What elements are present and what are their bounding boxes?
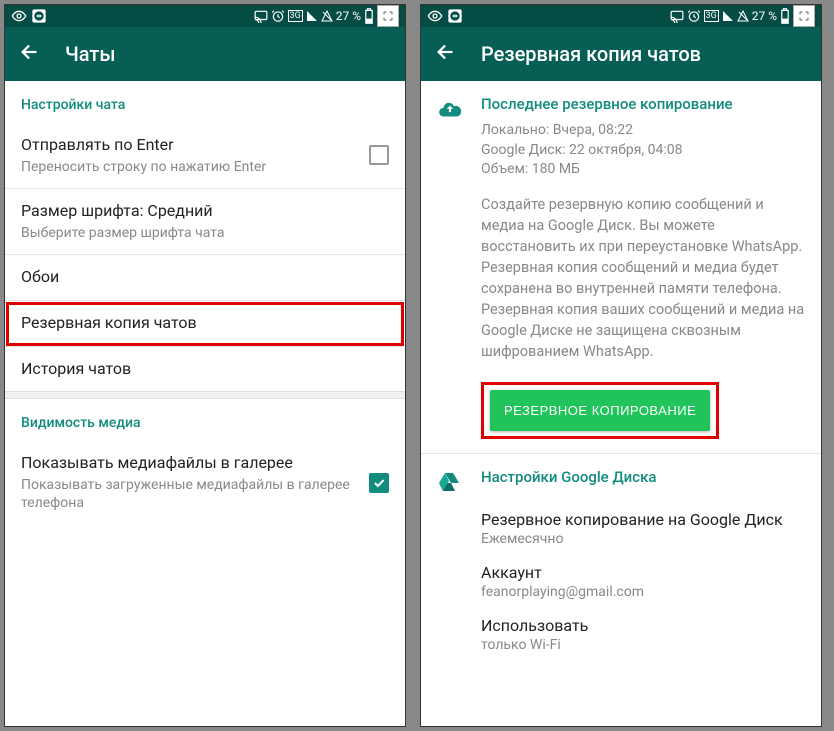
page-title: Чаты [65,42,115,66]
app-bar: Резервная копия чатов [421,27,821,81]
section-divider [5,391,405,399]
signal-icon [306,10,318,22]
section-chat-settings: Настройки чата [5,81,405,123]
battery-text: 27 % [336,9,361,23]
row-chat-backup[interactable]: Резервная копия чатов [5,301,405,347]
cast-icon [254,9,268,23]
row-subtitle: только Wi-Fi [481,637,805,653]
screen-chats-settings: 3G 27 % Чаты Настройки чата Отправлять п… [4,4,406,727]
backup-now-button[interactable]: РЕЗЕРВНОЕ КОПИРОВАНИЕ [490,390,710,431]
status-bar: 3G 27 % [5,5,405,27]
no-sim-icon [737,10,749,22]
cast-icon [670,9,684,23]
back-icon[interactable] [19,41,41,67]
row-title: Использовать [481,616,805,635]
back-icon[interactable] [435,41,457,67]
eye-icon [427,8,443,24]
battery-text: 27 % [752,9,777,23]
row-gd-frequency[interactable]: Резервное копирование на Google Диск Еже… [481,502,805,555]
alarm-icon [271,9,285,23]
section-media-visibility: Видимость медиа [5,399,405,441]
row-gd-network[interactable]: Использовать только Wi-Fi [481,608,805,661]
backup-size-line: Объем: 180 МБ [481,160,805,180]
row-subtitle: feanorplaying@gmail.com [481,584,805,600]
teamviewer-icon [31,8,47,24]
checkbox-checked-icon[interactable] [369,473,389,493]
row-subtitle: Выберите размер шрифта чата [21,224,389,242]
google-drive-icon [437,468,463,498]
row-enter-send[interactable]: Отправлять по Enter Переносить строку по… [5,123,405,189]
battery-icon [364,8,374,24]
row-title: Размер шрифта: Средний [21,201,389,222]
row-title: Аккаунт [481,563,805,582]
row-title: Обои [21,267,389,288]
cloud-upload-icon [437,95,463,439]
network-3g-icon: 3G [288,10,303,22]
gd-settings-header: Настройки Google Диска [481,468,805,486]
last-backup-block: Последнее резервное копирование Локально… [421,81,821,454]
google-drive-section: Настройки Google Диска [421,454,821,502]
row-chat-history[interactable]: История чатов [5,347,405,392]
row-font-size[interactable]: Размер шрифта: Средний Выберите размер ш… [5,189,405,255]
expand-badge [793,5,815,27]
row-title: Резервная копия чатов [21,313,389,334]
row-subtitle: Переносить строку по нажатию Enter [21,158,357,176]
row-title: История чатов [21,359,389,380]
expand-badge [377,5,399,27]
backup-gdrive-line: Google Диск: 22 октября, 04:08 [481,141,805,161]
backup-local-line: Локально: Вчера, 08:22 [481,121,805,141]
backup-button-highlight: РЕЗЕРВНОЕ КОПИРОВАНИЕ [481,382,719,439]
last-backup-header: Последнее резервное копирование [481,95,805,113]
checkbox-unchecked-icon[interactable] [369,145,389,165]
battery-icon [780,8,790,24]
row-gd-account[interactable]: Аккаунт feanorplaying@gmail.com [481,555,805,608]
signal-icon [722,10,734,22]
page-title: Резервная копия чатов [481,42,701,66]
eye-icon [11,8,27,24]
app-bar: Чаты [5,27,405,81]
no-sim-icon [321,10,333,22]
row-title: Отправлять по Enter [21,135,357,156]
status-bar: 3G 27 % [421,5,821,27]
alarm-icon [687,9,701,23]
backup-description: Создайте резервную копию сообщений и мед… [481,194,805,362]
row-title: Резервное копирование на Google Диск [481,510,805,529]
screen-chat-backup: 3G 27 % Резервная копия чатов Последнее … [420,4,822,727]
teamviewer-icon [447,8,463,24]
network-3g-icon: 3G [704,10,719,22]
row-subtitle: Ежемесячно [481,531,805,547]
row-wallpaper[interactable]: Обои [5,255,405,301]
row-subtitle: Показывать загруженные медиафайлы в гале… [21,476,357,512]
row-title: Показывать медиафайлы в галерее [21,453,357,474]
row-media-visibility[interactable]: Показывать медиафайлы в галерее Показыва… [5,441,405,524]
